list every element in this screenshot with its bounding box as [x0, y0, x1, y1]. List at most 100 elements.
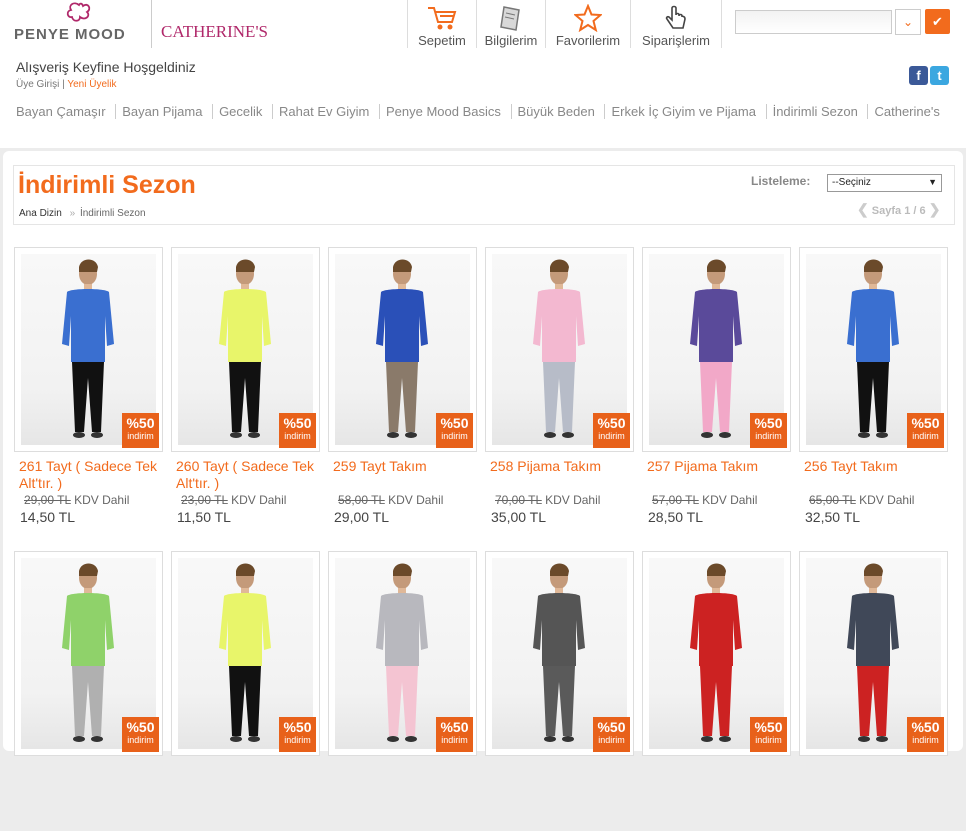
- product-image[interactable]: %50 indirim: [642, 551, 791, 756]
- category-item[interactable]: Gecelik: [212, 104, 269, 119]
- nav-orders[interactable]: Siparişlerim: [630, 0, 722, 48]
- product-name[interactable]: 257 Pijama Takım: [647, 458, 787, 475]
- discount-badge: %50 indirim: [593, 717, 630, 752]
- hand-pointer-icon: [665, 5, 686, 29]
- product-name[interactable]: 261 Tayt ( Sadece Tek Alt'tır. ): [19, 458, 159, 492]
- site-header: PENYE MOOD CATHERINE'S Sepetim Bilgileri…: [0, 0, 966, 148]
- discount-label: indirim: [127, 431, 154, 441]
- social-links: f t: [909, 66, 949, 85]
- product-image[interactable]: %50 indirim: [171, 247, 320, 452]
- nav-cart[interactable]: Sepetim: [407, 0, 476, 48]
- product-card[interactable]: %50 indirim: [485, 551, 634, 831]
- discount-badge: %50 indirim: [750, 717, 787, 752]
- product-card[interactable]: %50 indirim 261 Tayt ( Sadece Tek Alt'tı…: [14, 247, 163, 527]
- login-link[interactable]: Üye Girişi: [16, 79, 59, 90]
- category-item[interactable]: Rahat Ev Giyim: [272, 104, 376, 119]
- category-item[interactable]: Bayan Çamaşır: [16, 104, 112, 119]
- facebook-icon[interactable]: f: [909, 66, 928, 85]
- product-card[interactable]: %50 indirim 257 Pijama Takım 57,00 TL KD…: [642, 247, 791, 527]
- product-name[interactable]: 259 Tayt Takım: [333, 458, 473, 475]
- welcome-text: Alışveriş Keyfine Hoşgeldiniz: [16, 59, 196, 75]
- product-image[interactable]: %50 indirim: [485, 551, 634, 756]
- register-link[interactable]: Yeni Üyelik: [67, 79, 116, 90]
- product-card[interactable]: %50 indirim: [799, 551, 948, 831]
- sort-select[interactable]: --Seçiniz ▼: [827, 174, 942, 192]
- old-price: 70,00 TL: [495, 493, 542, 507]
- cart-icon: [428, 7, 457, 30]
- category-item[interactable]: Penye Mood Basics: [378, 104, 507, 119]
- category-item[interactable]: Erkek İç Giyim ve Pijama: [604, 104, 762, 119]
- current-price: 28,50 TL: [648, 509, 704, 525]
- nav-favorites-label: Favorilerim: [555, 33, 621, 48]
- product-card[interactable]: %50 indirim 258 Pijama Takım 70,00 TL KD…: [485, 247, 634, 527]
- product-card[interactable]: %50 indirim: [642, 551, 791, 831]
- twitter-icon[interactable]: t: [930, 66, 949, 85]
- search-submit-button[interactable]: ✔: [925, 9, 950, 34]
- product-card[interactable]: %50 indirim: [14, 551, 163, 831]
- catherines-logo[interactable]: CATHERINE'S: [161, 22, 268, 42]
- next-page-icon[interactable]: ❯: [929, 201, 941, 217]
- product-image[interactable]: %50 indirim: [14, 551, 163, 756]
- old-price: 65,00 TL: [809, 493, 856, 507]
- notebook-icon: [500, 6, 520, 31]
- main-content: İndirimli Sezon Ana Dizin » İndirimli Se…: [3, 151, 963, 756]
- category-item[interactable]: Büyük Beden: [510, 104, 601, 119]
- discount-badge: %50 indirim: [122, 413, 159, 448]
- product-image[interactable]: %50 indirim: [171, 551, 320, 756]
- product-image[interactable]: %50 indirim: [799, 551, 948, 756]
- flower-logo-icon: [66, 2, 91, 22]
- pagination: ❮ Sayfa 1 / 6 ❯: [857, 201, 940, 218]
- discount-percent: %50: [440, 415, 469, 431]
- nav-account-label: Bilgilerim: [484, 33, 538, 48]
- vat-label: KDV Dahil: [702, 493, 758, 507]
- product-card[interactable]: %50 indirim 260 Tayt ( Sadece Tek Alt'tı…: [171, 247, 320, 527]
- discount-percent: %50: [126, 415, 155, 431]
- current-price: 29,00 TL: [334, 509, 390, 525]
- discount-percent: %50: [911, 415, 940, 431]
- category-item[interactable]: Catherine's: [867, 104, 946, 119]
- vat-label: KDV Dahil: [859, 493, 915, 507]
- nav-account[interactable]: Bilgilerim: [476, 0, 545, 48]
- current-price: 11,50 TL: [177, 509, 231, 525]
- product-name[interactable]: 258 Pijama Takım: [490, 458, 630, 475]
- product-card[interactable]: %50 indirim: [171, 551, 320, 831]
- category-item[interactable]: Bayan Pijama: [115, 104, 209, 119]
- old-price: 57,00 TL: [652, 493, 699, 507]
- product-card[interactable]: %50 indirim 256 Tayt Takım 65,00 TL KDV …: [799, 247, 948, 527]
- discount-badge: %50 indirim: [279, 413, 316, 448]
- category-item[interactable]: İndirimli Sezon: [765, 104, 864, 119]
- product-image[interactable]: %50 indirim: [485, 247, 634, 452]
- breadcrumb-home[interactable]: Ana Dizin: [19, 208, 62, 219]
- product-name[interactable]: 256 Tayt Takım: [804, 458, 944, 475]
- product-image[interactable]: %50 indirim: [799, 247, 948, 452]
- link-divider: |: [62, 79, 65, 90]
- member-links: Üye Girişi | Yeni Üyelik: [16, 79, 116, 90]
- search-input[interactable]: [735, 10, 892, 34]
- discount-percent: %50: [911, 719, 940, 735]
- old-price: 58,00 TL: [338, 493, 385, 507]
- discount-label: indirim: [912, 735, 939, 745]
- old-price-row: 58,00 TL KDV Dahil: [338, 493, 443, 507]
- old-price-row: 65,00 TL KDV Dahil: [809, 493, 914, 507]
- product-image[interactable]: %50 indirim: [328, 551, 477, 756]
- logo-text: PENYE MOOD: [14, 26, 126, 43]
- product-image[interactable]: %50 indirim: [642, 247, 791, 452]
- discount-label: indirim: [912, 431, 939, 441]
- category-menu: Bayan Çamaşır Bayan Pijama Gecelik Rahat…: [16, 104, 946, 119]
- search-dropdown-button[interactable]: ⌄: [895, 9, 921, 35]
- old-price-row: 23,00 TL KDV Dahil: [181, 493, 286, 507]
- penye-mood-logo[interactable]: PENYE MOOD: [12, 2, 142, 46]
- product-name[interactable]: 260 Tayt ( Sadece Tek Alt'tır. ): [176, 458, 316, 492]
- discount-label: indirim: [441, 431, 468, 441]
- prev-page-icon[interactable]: ❮: [857, 201, 869, 217]
- product-image[interactable]: %50 indirim: [328, 247, 477, 452]
- product-card[interactable]: %50 indirim: [328, 551, 477, 831]
- discount-badge: %50 indirim: [122, 717, 159, 752]
- nav-favorites[interactable]: Favorilerim: [545, 0, 630, 48]
- discount-percent: %50: [126, 719, 155, 735]
- product-image[interactable]: %50 indirim: [14, 247, 163, 452]
- current-price: 35,00 TL: [491, 509, 547, 525]
- vat-label: KDV Dahil: [231, 493, 287, 507]
- product-card[interactable]: %50 indirim 259 Tayt Takım 58,00 TL KDV …: [328, 247, 477, 527]
- nav-orders-label: Siparişlerim: [642, 33, 710, 48]
